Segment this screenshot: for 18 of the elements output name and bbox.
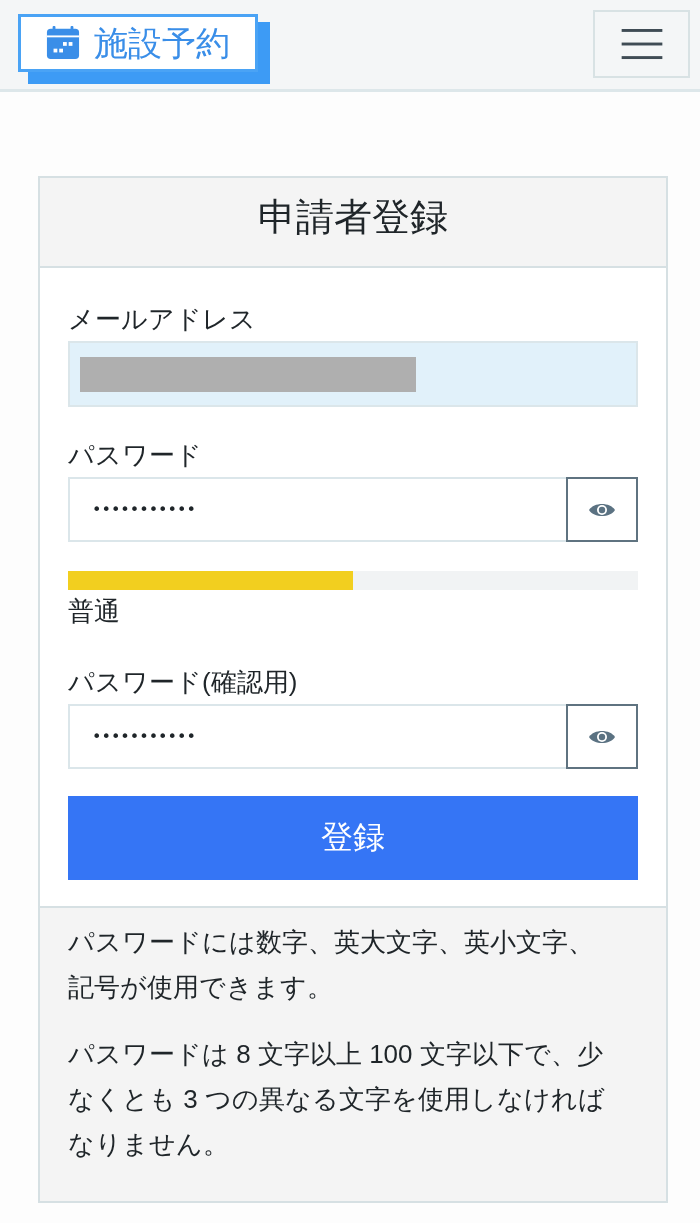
password-field[interactable]: ••••••••••• [68, 704, 566, 769]
show-password-button[interactable] [566, 704, 638, 769]
field-label: パスワード [68, 439, 202, 472]
register-button[interactable]: 登録 [68, 796, 638, 880]
password-field[interactable]: ••••••••••• [68, 477, 566, 542]
eye-icon [589, 501, 615, 518]
menu-button[interactable] [593, 10, 690, 78]
field-label: メールアドレス [68, 303, 256, 336]
strength-label: 普通 [68, 595, 120, 628]
note-text: パスワードは 8 文字以上 100 文字以下で、少なくとも 3 つの異なる文字を使用しなければなりません。 [68, 1038, 606, 1161]
form-title: 申請者登録 [258, 195, 448, 241]
email-field[interactable] [68, 341, 638, 407]
note-text: パスワードには数字、英大文字、英小文字、記号が使用できます。 [68, 926, 595, 1004]
menu-icon [620, 28, 663, 60]
field-label: パスワード(確認用) [68, 666, 298, 699]
eye-icon [589, 728, 615, 745]
show-password-button[interactable] [566, 477, 638, 542]
calendar-icon [46, 26, 80, 60]
